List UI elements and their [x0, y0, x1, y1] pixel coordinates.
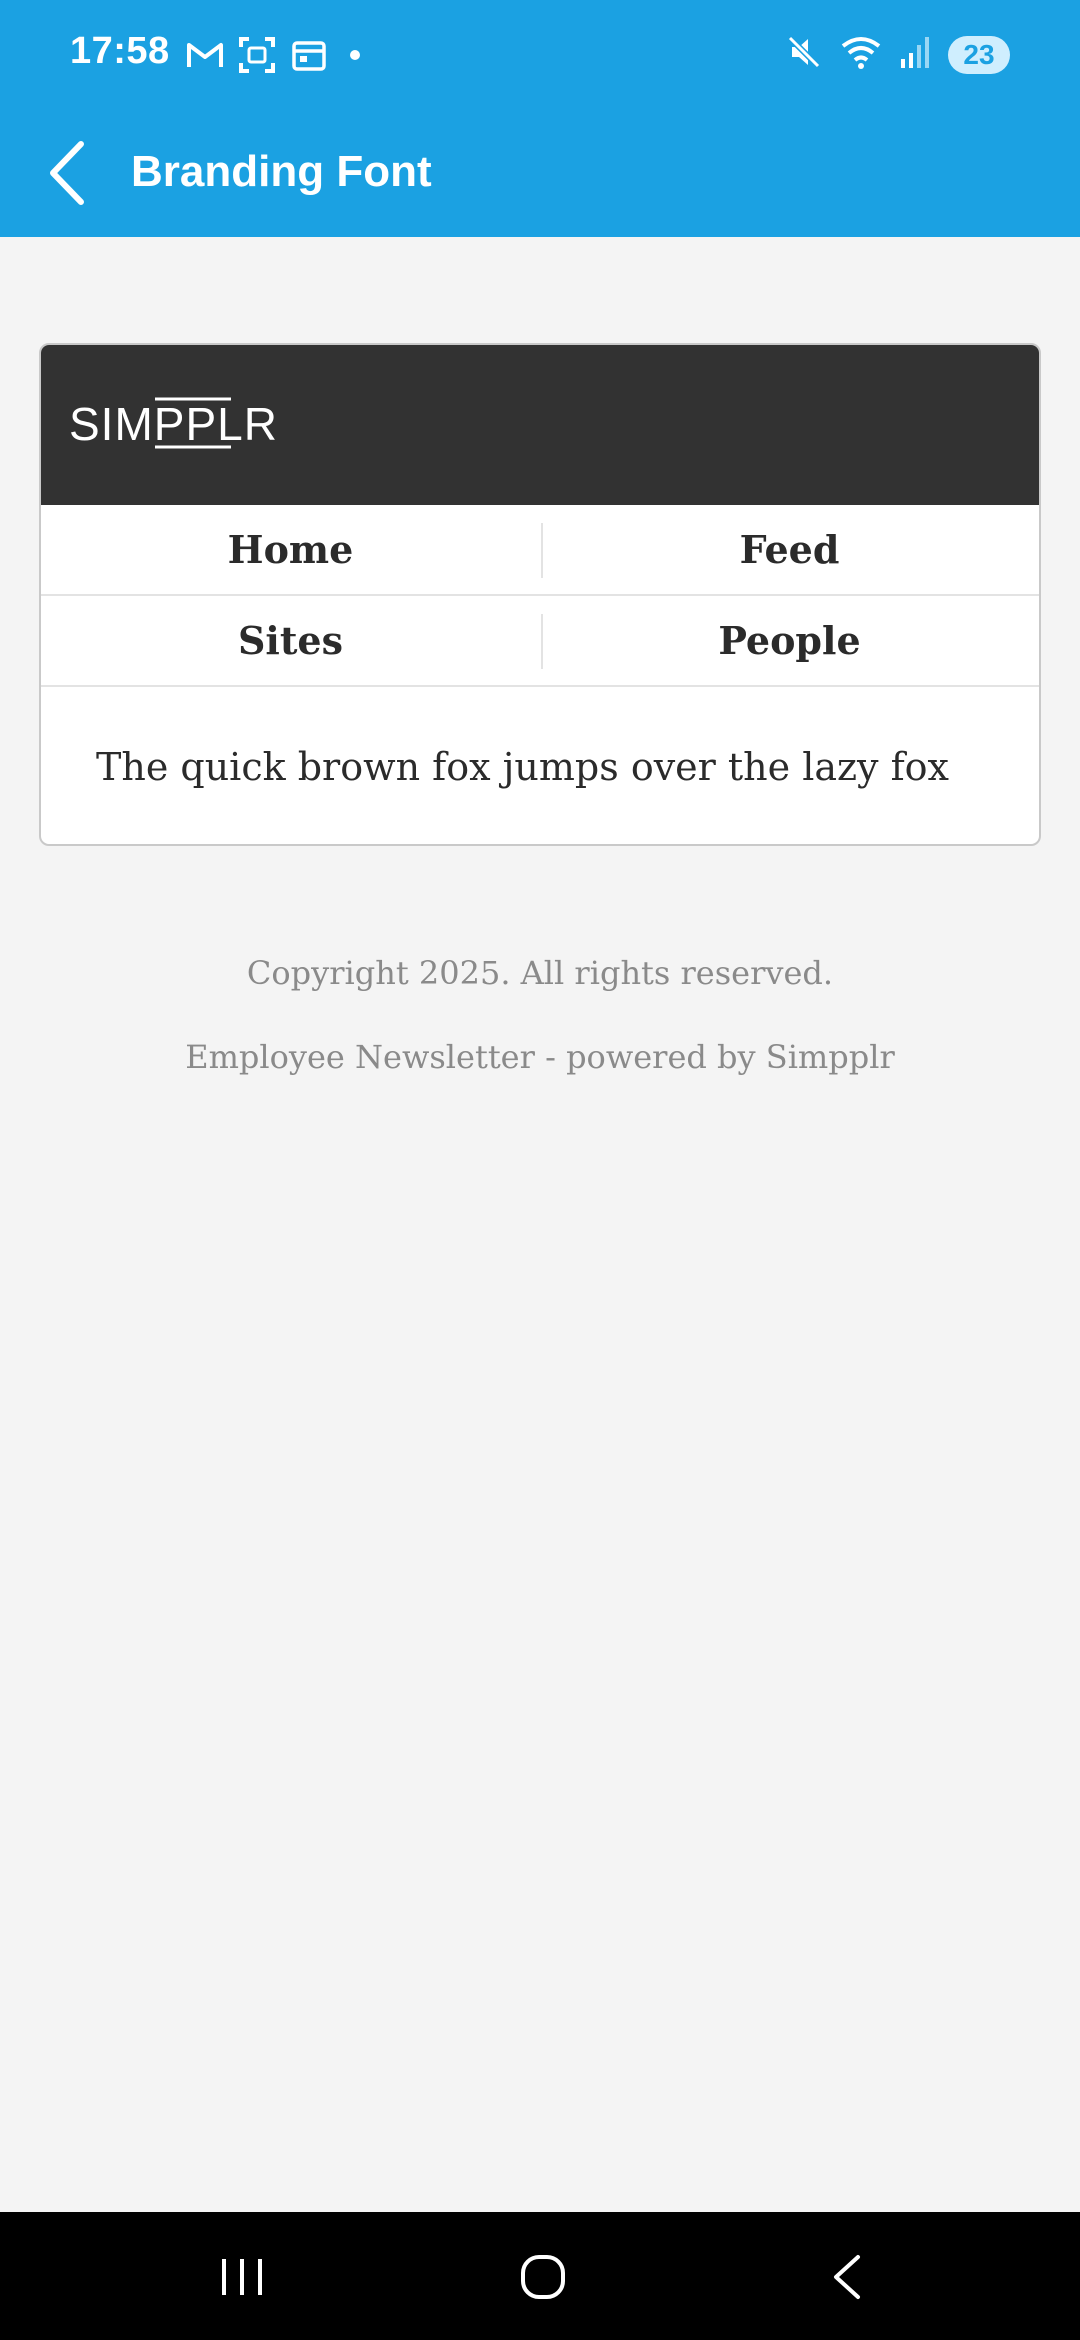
back-icon: [834, 2255, 860, 2299]
nav-divider: [541, 614, 543, 669]
font-sample-text: The quick brown fox jumps over the lazy …: [96, 745, 949, 789]
notification-dot: [350, 50, 360, 60]
battery-badge: 23: [948, 35, 1010, 74]
branding-preview-card: SIMPPLR Home Feed Sites People The quick…: [39, 343, 1041, 846]
preview-nav-sites[interactable]: Sites: [41, 596, 540, 685]
back-button[interactable]: [36, 128, 98, 218]
gmail-icon: [186, 36, 224, 74]
powered-by-text: Employee Newsletter - powered by Simpplr: [185, 1038, 895, 1076]
status-time: 17:58: [70, 30, 170, 72]
preview-nav-home[interactable]: Home: [41, 505, 540, 594]
system-navigation-bar: [0, 2212, 1080, 2340]
preview-nav-row-2: Sites People: [41, 596, 1039, 687]
app-bar: Branding Font: [0, 110, 1080, 237]
status-bar: 17:58 23: [0, 0, 1080, 110]
recent-apps-icon: [222, 2259, 262, 2295]
preview-nav-feed[interactable]: Feed: [540, 505, 1039, 594]
logo-text: SIMPPLR: [69, 398, 278, 450]
copyright-text: Copyright 2025. All rights reserved.: [246, 954, 834, 992]
mute-icon: [786, 34, 822, 75]
preview-nav-people[interactable]: People: [540, 596, 1039, 685]
status-icons-left: [186, 36, 360, 74]
screenshot-icon: [238, 36, 276, 74]
app-header: 17:58 23 Branding Font: [0, 0, 1080, 237]
page-title: Branding Font: [131, 147, 432, 196]
nav-divider: [541, 523, 543, 578]
preview-nav-row-1: Home Feed: [41, 505, 1039, 596]
simpplr-logo: SIMPPLR: [69, 397, 278, 450]
home-button[interactable]: [503, 2242, 583, 2312]
signal-icon: [900, 35, 930, 74]
home-icon: [521, 2255, 565, 2299]
calendar-icon: [290, 36, 328, 74]
chevron-left-icon: [50, 141, 84, 205]
status-icons-right: 23: [786, 34, 1010, 75]
wifi-icon: [840, 34, 882, 75]
preview-header: SIMPPLR: [41, 345, 1039, 505]
system-back-button[interactable]: [806, 2242, 886, 2312]
recent-apps-button[interactable]: [202, 2242, 282, 2312]
